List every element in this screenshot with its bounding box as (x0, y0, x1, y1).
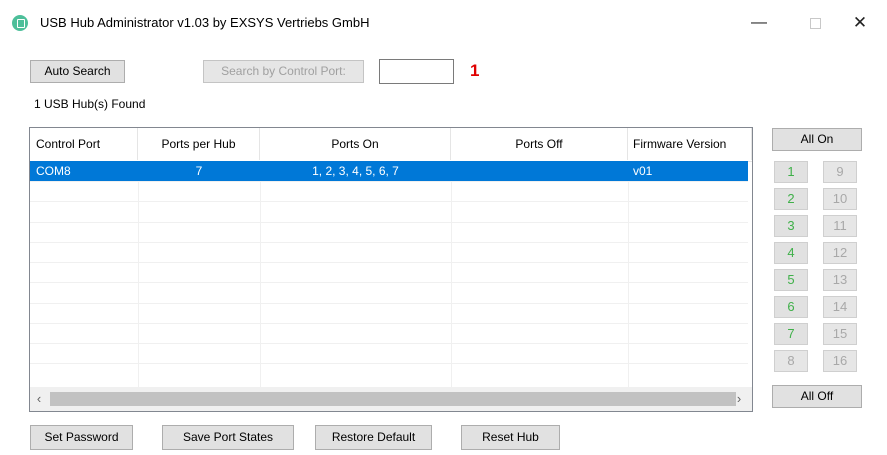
port-4-button[interactable]: 4 (774, 242, 808, 264)
row-gridline (30, 343, 748, 344)
port-2-button[interactable]: 2 (774, 188, 808, 210)
column-divider (138, 161, 139, 387)
port-9-button[interactable]: 9 (823, 161, 857, 183)
row-gridline (30, 181, 748, 182)
row-gridline (30, 262, 748, 263)
annotation-marker: 1 (470, 61, 480, 80)
cell-ports-per-hub: 7 (195, 164, 203, 178)
maximize-icon (809, 18, 821, 30)
scrollbar-thumb[interactable] (50, 392, 736, 406)
restore-default-button[interactable]: Restore Default (315, 425, 432, 450)
set-password-button[interactable]: Set Password (30, 425, 133, 450)
title-bar: USB Hub Administrator v1.03 by EXSYS Ver… (0, 0, 887, 44)
cell-firmware-version: v01 (633, 164, 653, 178)
column-header-ports-off[interactable]: Ports Off (451, 128, 628, 160)
all-on-button[interactable]: All On (772, 128, 862, 151)
minimize-icon: — (751, 14, 767, 31)
port-11-button[interactable]: 11 (823, 215, 857, 237)
port-6-button[interactable]: 6 (774, 296, 808, 318)
port-16-button[interactable]: 16 (823, 350, 857, 372)
row-gridline (30, 222, 748, 223)
cell-ports-on: 1, 2, 3, 4, 5, 6, 7 (312, 164, 399, 178)
column-divider (628, 161, 629, 387)
scroll-left-icon[interactable]: ‹ (30, 387, 48, 411)
auto-search-button[interactable]: Auto Search (30, 60, 125, 83)
reset-hub-button[interactable]: Reset Hub (461, 425, 560, 450)
port-10-button[interactable]: 10 (823, 188, 857, 210)
port-12-button[interactable]: 12 (823, 242, 857, 264)
port-13-button[interactable]: 13 (823, 269, 857, 291)
column-divider (451, 161, 452, 387)
scroll-right-icon[interactable]: › (730, 387, 748, 411)
port-8-button[interactable]: 8 (774, 350, 808, 372)
port-5-button[interactable]: 5 (774, 269, 808, 291)
port-15-button[interactable]: 15 (823, 323, 857, 345)
hubs-found-status: 1 USB Hub(s) Found (34, 97, 146, 111)
column-divider (260, 161, 261, 387)
close-button[interactable]: ✕ (837, 8, 883, 38)
minimize-button[interactable]: — (736, 8, 782, 38)
close-icon: ✕ (852, 13, 868, 32)
row-gridline (30, 303, 748, 304)
row-gridline (30, 363, 748, 364)
list-header: Control Port Ports per Hub Ports On Port… (30, 128, 752, 162)
port-1-button[interactable]: 1 (774, 161, 808, 183)
cell-ports-off (451, 161, 628, 181)
all-off-button[interactable]: All Off (772, 385, 862, 408)
maximize-button[interactable] (792, 8, 838, 38)
control-port-input[interactable] (379, 59, 454, 84)
search-by-control-port-button[interactable]: Search by Control Port: (203, 60, 364, 83)
row-gridline (30, 323, 748, 324)
row-gridline (30, 282, 748, 283)
horizontal-scrollbar[interactable]: ‹ › (30, 387, 752, 411)
window-title: USB Hub Administrator v1.03 by EXSYS Ver… (40, 15, 370, 30)
table-row[interactable]: COM8 7 1, 2, 3, 4, 5, 6, 7 v01 (30, 161, 748, 181)
port-14-button[interactable]: 14 (823, 296, 857, 318)
column-header-firmware-version[interactable]: Firmware Version (628, 128, 752, 160)
usb-hub-app-icon (12, 15, 28, 31)
port-7-button[interactable]: 7 (774, 323, 808, 345)
port-3-button[interactable]: 3 (774, 215, 808, 237)
cell-control-port: COM8 (36, 164, 71, 178)
row-gridline (30, 201, 748, 202)
column-header-ports-on[interactable]: Ports On (260, 128, 451, 160)
column-header-control-port[interactable]: Control Port (30, 128, 138, 160)
column-header-ports-per-hub[interactable]: Ports per Hub (138, 128, 260, 160)
row-gridline (30, 242, 748, 243)
save-port-states-button[interactable]: Save Port States (162, 425, 294, 450)
hub-list[interactable]: Control Port Ports per Hub Ports On Port… (29, 127, 753, 412)
